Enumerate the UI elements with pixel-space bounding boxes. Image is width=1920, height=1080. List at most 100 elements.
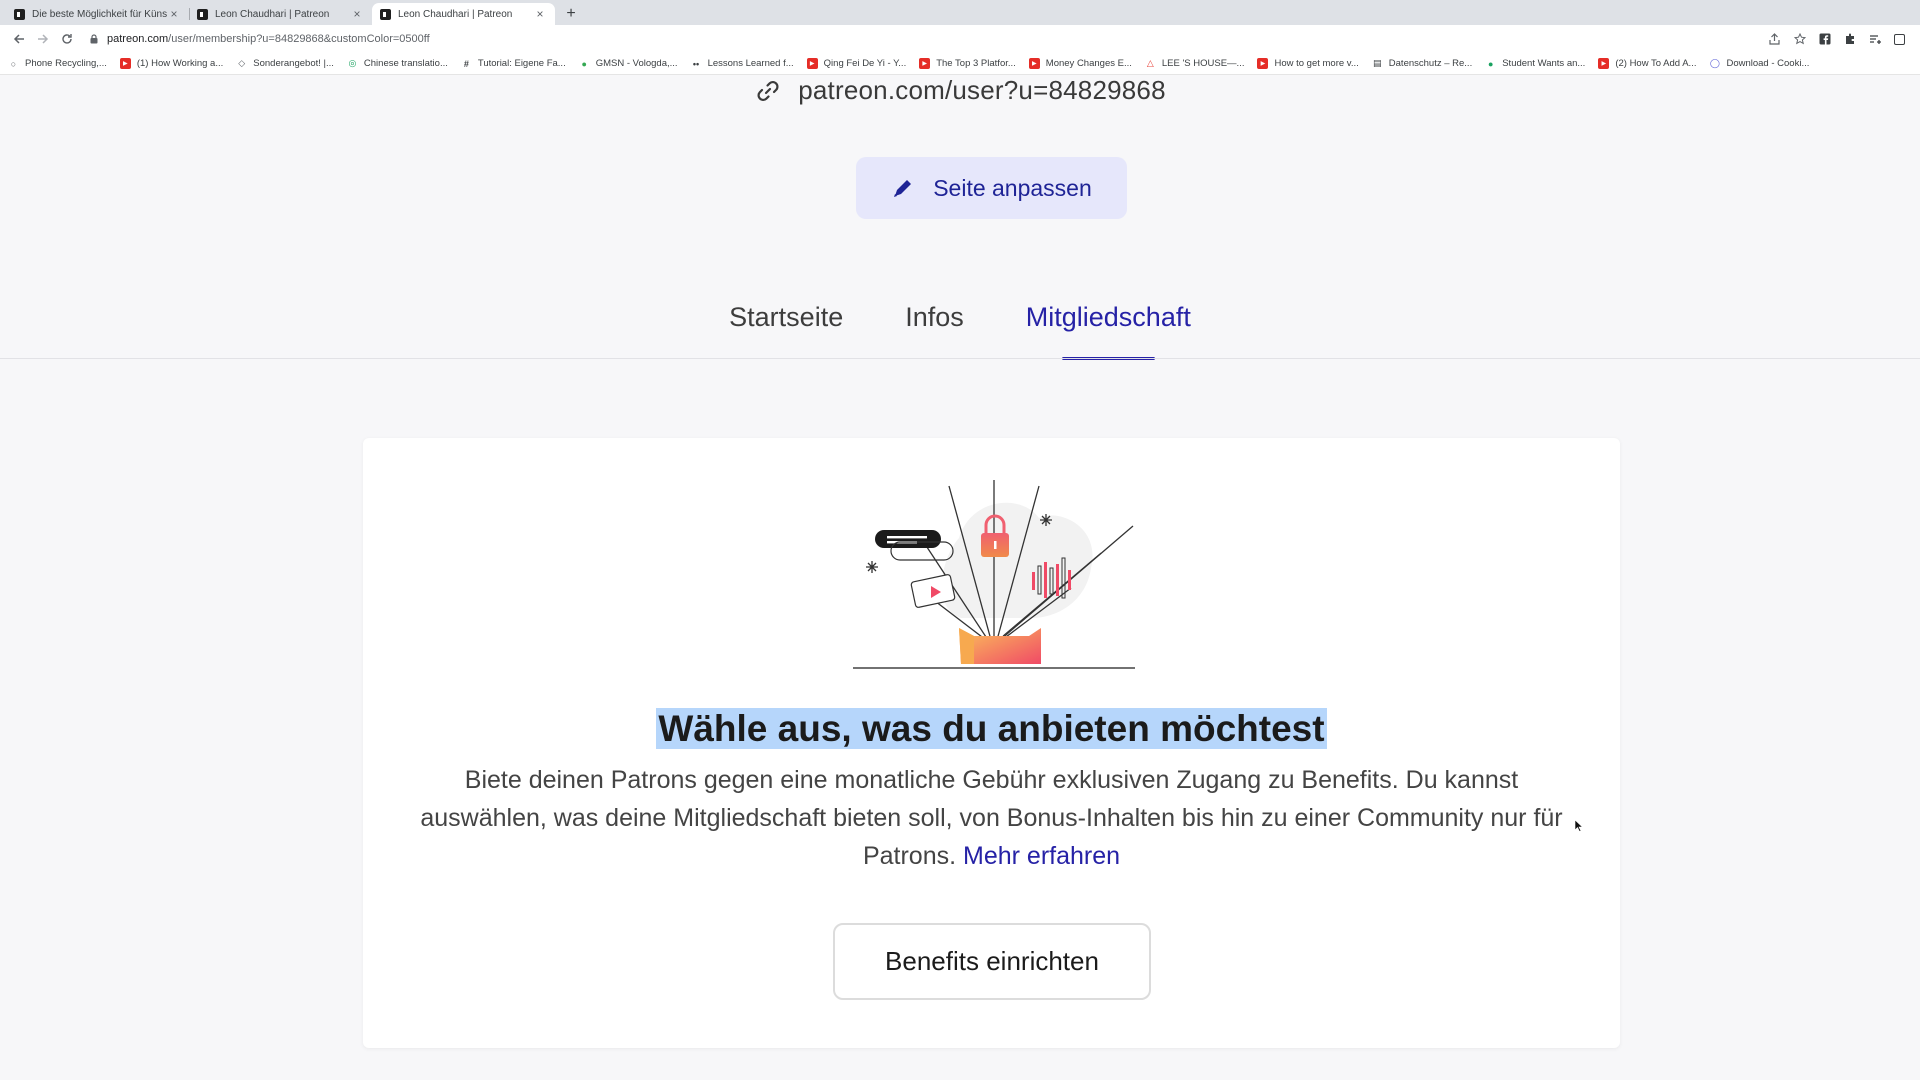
bookmark-item[interactable]: ▶ (2) How To Add A... [1598, 58, 1696, 69]
extension-facebook-icon[interactable] [1818, 33, 1831, 46]
bookmarks-bar: ○ Phone Recycling,... ▶ (1) How Working a..… [0, 53, 1920, 75]
bookmark-label: Datenschutz – Re... [1388, 58, 1473, 69]
bookmark-label: How to get more v... [1274, 58, 1359, 69]
url-path: /user/membership?u=84829868&customColor=… [168, 33, 430, 45]
bookmark-item[interactable]: ◇ Sonderangebot! |... [236, 58, 334, 69]
tab-label: Startseite [729, 302, 844, 332]
profile-url[interactable]: patreon.com/user?u=84829868 [798, 75, 1166, 106]
membership-title: Wähle aus, was du anbieten möchtest [363, 708, 1620, 750]
membership-card: Wähle aus, was du anbieten möchtest Biet… [363, 438, 1620, 1048]
bookmark-label: Qing Fei De Yi - Y... [823, 58, 907, 69]
bookmark-item[interactable]: ▶ The Top 3 Platfor... [919, 58, 1016, 69]
browser-tabstrip: Die beste Möglichkeit für Küns × Leon Ch… [0, 0, 1920, 25]
forward-icon[interactable] [32, 28, 54, 50]
bookmark-label: Tutorial: Eigene Fa... [477, 58, 566, 69]
patreon-page: patreon.com/user?u=84829868 Seite anpass… [0, 75, 1920, 1080]
address-bar[interactable]: patreon.com/user/membership?u=84829868&c… [80, 28, 1768, 50]
bookmark-star-icon[interactable] [1793, 33, 1806, 46]
profile-url-row: patreon.com/user?u=84829868 [0, 75, 1920, 106]
lock-icon [90, 34, 99, 44]
bookmark-label: Lessons Learned f... [707, 58, 794, 69]
link-icon [757, 80, 779, 101]
setup-benefits-button[interactable]: Benefits einrichten [833, 923, 1151, 1000]
patreon-favicon-icon [380, 8, 391, 20]
bookmark-label: Phone Recycling,... [25, 58, 107, 69]
reading-list-icon[interactable] [1868, 33, 1881, 46]
close-icon[interactable]: × [533, 7, 547, 21]
extensions-puzzle-icon[interactable] [1843, 33, 1856, 46]
tab-label: Mitgliedschaft [1025, 302, 1191, 332]
bookmark-item[interactable]: •• Lessons Learned f... [691, 58, 794, 69]
bookmark-label: Student Wants an... [1502, 58, 1586, 69]
setup-benefits-label: Benefits einrichten [885, 946, 1099, 976]
bookmark-label: LEE 'S HOUSE—... [1161, 58, 1245, 69]
tag-icon: ◇ [238, 58, 246, 68]
bookmark-label: Sonderangebot! |... [253, 58, 334, 69]
youtube-icon: ▶ [1598, 58, 1610, 69]
medium-icon: •• [692, 58, 700, 69]
membership-description: Biete deinen Patrons gegen eine monatlic… [403, 761, 1580, 875]
bookmark-item[interactable]: ▤ Datenschutz – Re... [1372, 58, 1472, 69]
youtube-icon: ▶ [919, 58, 931, 69]
bookmark-label: Money Changes E... [1045, 58, 1132, 69]
globe-icon: ◎ [348, 58, 357, 68]
browser-tab[interactable]: Leon Chaudhari | Patreon × [189, 3, 372, 25]
bookmark-item[interactable]: ● GMSN - Vologda,... [579, 58, 678, 69]
bookmark-item[interactable]: ◎ Chinese translatio... [347, 58, 448, 69]
customize-page-button[interactable]: Seite anpassen [856, 157, 1127, 219]
house-icon: △ [1146, 58, 1154, 68]
bookmark-label: (1) How Working a... [136, 58, 224, 69]
browser-tab[interactable]: Die beste Möglichkeit für Küns × [6, 3, 189, 25]
youtube-icon: ▶ [119, 58, 131, 69]
youtube-icon: ▶ [1257, 58, 1269, 69]
browser-tab-title: Die beste Möglichkeit für Küns [32, 8, 167, 20]
pencil-icon [894, 180, 912, 197]
back-icon[interactable] [8, 28, 30, 50]
tab-label: Infos [905, 302, 964, 332]
bookmark-item[interactable]: ○ Phone Recycling,... [8, 58, 107, 69]
browser-toolbar: patreon.com/user/membership?u=84829868&c… [0, 25, 1920, 53]
search-icon: ○ [10, 58, 17, 69]
bookmark-item[interactable]: ◯ Download - Cooki... [1709, 58, 1809, 69]
close-icon[interactable]: × [167, 7, 181, 21]
bookmark-item[interactable]: ▶ Money Changes E... [1028, 58, 1132, 69]
reload-icon[interactable] [56, 28, 78, 50]
bookmark-item[interactable]: △ LEE 'S HOUSE—... [1145, 58, 1245, 69]
side-panel-icon[interactable] [1893, 33, 1906, 46]
bookmark-label: Chinese translatio... [363, 58, 448, 69]
new-tab-button[interactable]: + [559, 3, 583, 25]
learn-more-link[interactable]: Mehr erfahren [963, 842, 1120, 870]
hash-icon: # [463, 58, 469, 69]
leaf-icon: ● [581, 58, 587, 69]
tab-mitgliedschaft[interactable]: Mitgliedschaft [1026, 288, 1191, 360]
patreon-favicon-icon [197, 8, 208, 20]
tab-infos[interactable]: Infos [905, 288, 964, 360]
ring-icon: ◯ [1709, 58, 1720, 68]
bookmark-item[interactable]: ▶ Qing Fei De Yi - Y... [806, 58, 907, 69]
browser-tab-title: Leon Chaudhari | Patreon [215, 8, 330, 20]
url-host: patreon.com [107, 33, 169, 45]
tab-startseite[interactable]: Startseite [729, 288, 843, 360]
membership-title-text: Wähle aus, was du anbieten möchtest [656, 708, 1327, 749]
youtube-icon: ▶ [806, 58, 818, 69]
close-icon[interactable]: × [350, 7, 364, 21]
mouse-cursor-icon [1575, 820, 1583, 832]
bookmark-label: GMSN - Vologda,... [595, 58, 678, 69]
share-icon[interactable] [1768, 33, 1781, 46]
bookmark-item[interactable]: ▶ (1) How Working a... [119, 58, 224, 69]
bookmark-item[interactable]: # Tutorial: Eigene Fa... [461, 58, 566, 69]
tabs-divider [0, 358, 1920, 359]
circle-icon: ● [1488, 58, 1494, 69]
customize-page-label: Seite anpassen [933, 174, 1092, 201]
profile-tabs: Startseite Infos Mitgliedschaft [0, 288, 1920, 360]
patreon-favicon-icon [14, 8, 25, 20]
toolbar-icons [1768, 33, 1912, 46]
bookmark-item[interactable]: ▶ How to get more v... [1257, 58, 1359, 69]
youtube-icon: ▶ [1028, 58, 1040, 69]
bookmark-item[interactable]: ● Student Wants an... [1485, 58, 1585, 69]
bookmark-label: (2) How To Add A... [1615, 58, 1697, 69]
browser-tab-title: Leon Chaudhari | Patreon [398, 8, 513, 20]
bookmark-label: Download - Cooki... [1726, 58, 1810, 69]
doc-icon: ▤ [1373, 58, 1382, 68]
browser-tab-active[interactable]: Leon Chaudhari | Patreon × [372, 3, 555, 25]
